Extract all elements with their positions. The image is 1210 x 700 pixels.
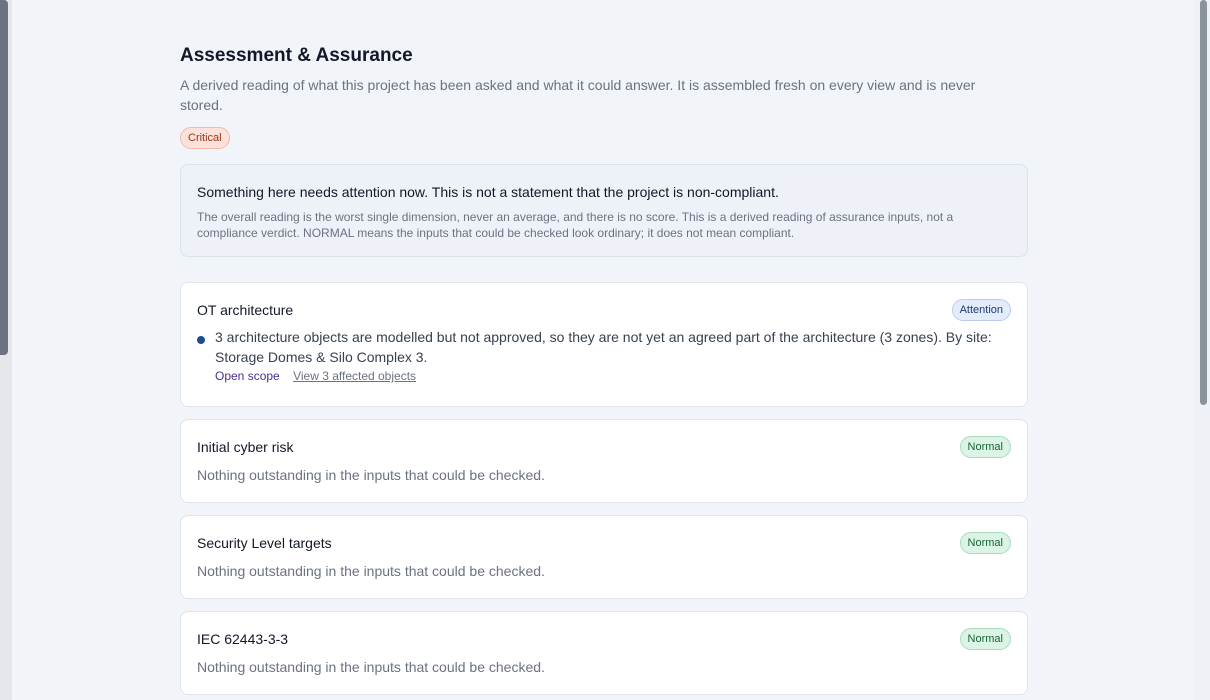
finding-item: 3 architecture objects are modelled but …: [197, 325, 1011, 406]
status-badge: Normal: [959, 532, 1011, 554]
summary-box: Something here needs attention now. This…: [180, 164, 1028, 257]
dimension-text: Nothing outstanding in the inputs that c…: [197, 467, 545, 483]
open-scope-link[interactable]: Open scope: [215, 369, 280, 383]
dimension-title: OT architecture: [197, 302, 294, 318]
dimension-card-header: Initial cyber risk Normal: [197, 420, 1011, 462]
finding-text: 3 architecture objects are modelled but …: [215, 329, 992, 365]
bullet-dot-icon: [197, 336, 205, 344]
status-badge: Attention: [951, 299, 1011, 321]
dimension-text: Nothing outstanding in the inputs that c…: [197, 563, 545, 579]
status-badge: Normal: [959, 436, 1011, 458]
overall-status: Critical: [180, 127, 1028, 149]
finding-content: 3 architecture objects are modelled but …: [215, 327, 1011, 384]
page-title: Assessment & Assurance: [180, 45, 413, 66]
view-affected-objects-link[interactable]: View 3 affected objects: [293, 369, 416, 383]
dimension-card-ot-architecture: OT architecture Attention 3 architecture…: [180, 282, 1028, 407]
summary-note: The overall reading is the worst single …: [197, 210, 954, 240]
dimension-title: Security Level targets: [197, 535, 332, 551]
left-scroll-thumb[interactable]: [0, 0, 8, 355]
dimension-title: IEC 62443-3-3: [197, 631, 289, 647]
dimension-card-header: Security Level targets Normal: [197, 516, 1011, 558]
assessment-content: Assessment & Assurance A derived reading…: [180, 0, 1028, 695]
dimension-title: Initial cyber risk: [197, 439, 294, 455]
assessment-page: Assessment & Assurance A derived reading…: [12, 0, 1195, 700]
overall-status-badge: Critical: [180, 127, 230, 149]
status-badge: Normal: [959, 628, 1011, 650]
dimension-card-iec-62443-3-3: IEC 62443-3-3 Normal Nothing outstanding…: [180, 611, 1028, 695]
dimension-card-header: OT architecture Attention: [197, 283, 1011, 325]
page-scrollbar[interactable]: [1195, 0, 1210, 700]
left-panel-edge: [0, 0, 12, 700]
dimension-card-security-level-targets: Security Level targets Normal Nothing ou…: [180, 515, 1028, 599]
dimension-text: Nothing outstanding in the inputs that c…: [197, 659, 545, 675]
page-subtitle: A derived reading of what this project h…: [180, 77, 976, 113]
dimension-card-header: IEC 62443-3-3 Normal: [197, 612, 1011, 654]
finding-links: Open scope View 3 affected objects: [215, 368, 1011, 384]
page-scroll-thumb[interactable]: [1200, 0, 1207, 405]
dimension-card-initial-cyber-risk: Initial cyber risk Normal Nothing outsta…: [180, 419, 1028, 503]
summary-statement: Something here needs attention now. This…: [197, 184, 779, 200]
